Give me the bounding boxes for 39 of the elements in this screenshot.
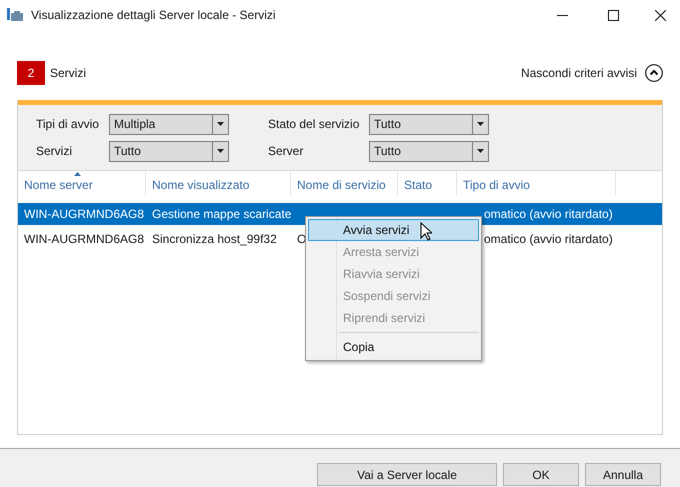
dropdown[interactable]: Tutto (109, 140, 229, 162)
close-icon[interactable] (655, 10, 666, 20)
filter-label: Server (268, 143, 304, 160)
table-cell: Sincronizza host_99f32 (152, 232, 277, 246)
column-header[interactable]: Nome di servizio (291, 171, 398, 195)
dropdown[interactable]: Multipla (109, 114, 229, 134)
dropdown[interactable]: Tutto (369, 114, 489, 134)
table-cell: omatico (avvio ritardato) (484, 232, 613, 246)
table-cell: Gestione mappe scaricate (152, 207, 292, 221)
column-header[interactable]: Nome server (18, 171, 146, 195)
filter-label: Stato del servizio (268, 116, 360, 133)
filter-label: Servizi (36, 143, 74, 160)
section-title: Servizi (50, 64, 86, 82)
dropdown-arrow-icon (477, 149, 484, 153)
minimize-icon[interactable] (557, 14, 568, 16)
maximize-icon[interactable] (608, 10, 619, 20)
count-badge: 2 (17, 60, 45, 84)
dialog-button[interactable]: Annulla (585, 463, 661, 486)
dialog-button[interactable]: Vai a Server locale (317, 463, 497, 486)
table-cell: omatico (avvio ritardato) (484, 207, 613, 221)
column-header[interactable]: Nome visualizzato (146, 171, 291, 195)
menu-item[interactable]: Avvia servizi (308, 219, 479, 241)
collapse-icon[interactable] (645, 64, 663, 82)
dropdown-arrow-icon (217, 149, 224, 153)
dropdown-arrow-icon (477, 122, 484, 126)
toggle-label[interactable]: Nascondi criteri avvisi (520, 64, 637, 82)
column-header[interactable]: Stato (398, 171, 457, 195)
dropdown[interactable]: Tutto (369, 140, 489, 162)
column-header[interactable]: Tipo di avvio (457, 171, 616, 195)
dialog-button[interactable]: OK (503, 463, 579, 486)
mouse-cursor-icon (420, 222, 432, 241)
window-title: Visualizzazione dettagli Server locale - Servizi (31, 7, 276, 24)
sort-ascending-icon (74, 172, 81, 176)
app-icon (7, 8, 23, 22)
table-cell: WIN-AUGRMND6AG8 (24, 207, 144, 221)
dropdown-arrow-icon (217, 122, 224, 126)
table-cell: WIN-AUGRMND6AG8 (24, 232, 144, 246)
menu-item[interactable]: Copia (308, 336, 479, 358)
filter-label: Tipi di avvio (36, 116, 100, 133)
